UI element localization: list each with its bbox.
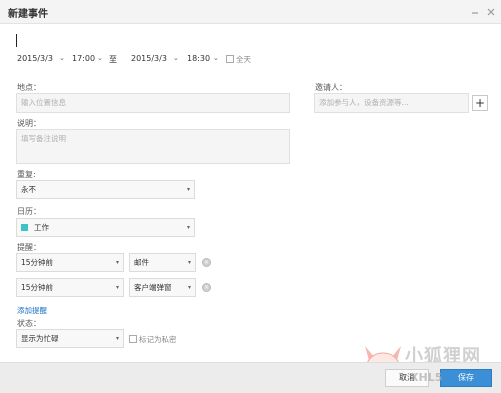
calendar-value: 工作 (34, 223, 49, 232)
location-placeholder: 输入位置信息 (21, 98, 66, 107)
chevron-down-icon[interactable]: ⌄ (213, 54, 219, 62)
repeat-value: 永不 (21, 185, 36, 194)
private-label: 标记为私密 (139, 335, 177, 344)
reminder-1-time: 15分钟前 (21, 258, 54, 267)
start-date-select[interactable]: 2015/3/3 (17, 54, 53, 63)
reminders-label: 提醒： (17, 243, 41, 252)
event-title-input[interactable] (12, 30, 488, 52)
title-bar (0, 0, 501, 24)
reminder-1-method: 邮件 (134, 258, 149, 267)
chevron-down-icon: ▾ (186, 186, 190, 193)
close-icon[interactable] (485, 6, 497, 18)
chevron-down-icon: ▾ (186, 224, 190, 231)
text-caret (16, 34, 17, 47)
all-day-checkbox[interactable] (226, 55, 234, 63)
location-input[interactable]: 输入位置信息 (16, 93, 290, 113)
invitees-input[interactable]: 添加参与人，设备资源等... (314, 93, 469, 113)
chevron-down-icon: ▾ (115, 259, 119, 266)
reminder-1-method-select[interactable]: 邮件 ▾ (129, 253, 196, 272)
save-button[interactable]: 保存 (440, 369, 492, 387)
status-value: 显示为忙碌 (21, 334, 59, 343)
chevron-down-icon: ▾ (187, 284, 191, 291)
remove-reminder-1-icon[interactable]: × (202, 258, 211, 267)
add-reminder-link[interactable]: 添加提醒 (17, 305, 47, 316)
reminder-2-time-select[interactable]: 15分钟前 ▾ (16, 278, 124, 297)
description-textarea[interactable]: 填写备注说明 (16, 129, 290, 164)
location-label: 地点： (17, 83, 41, 92)
chevron-down-icon[interactable]: ⌄ (97, 54, 103, 62)
description-label: 说明： (17, 119, 41, 128)
add-invitee-button[interactable]: + (472, 95, 488, 111)
status-select[interactable]: 显示为忙碌 ▾ (16, 329, 124, 348)
end-time-select[interactable]: 18:30 (187, 54, 210, 63)
repeat-select[interactable]: 永不 ▾ (16, 180, 195, 199)
reminder-2-time: 15分钟前 (21, 283, 54, 292)
chevron-down-icon: ▾ (115, 335, 119, 342)
status-label: 状态： (17, 319, 41, 328)
watermark-subtext: XHL5 (410, 371, 443, 384)
minimize-icon[interactable] (469, 6, 481, 18)
calendar-color-swatch (21, 224, 28, 231)
reminder-1-time-select[interactable]: 15分钟前 ▾ (16, 253, 124, 272)
chevron-down-icon: ▾ (115, 284, 119, 291)
invitees-placeholder: 添加参与人，设备资源等... (319, 98, 409, 107)
dialog-title: 新建事件 (8, 9, 48, 20)
time-separator: 至 (109, 55, 117, 64)
description-placeholder: 填写备注说明 (21, 134, 66, 143)
chevron-down-icon[interactable]: ⌄ (173, 54, 179, 62)
reminder-2-method: 客户端弹窗 (134, 283, 172, 292)
calendar-select[interactable]: 工作 ▾ (16, 218, 195, 237)
calendar-label: 日历： (17, 207, 41, 216)
repeat-label: 重复: (17, 170, 36, 179)
all-day-label: 全天 (236, 55, 251, 64)
private-checkbox[interactable] (129, 335, 137, 343)
end-date-select[interactable]: 2015/3/3 (131, 54, 167, 63)
remove-reminder-2-icon[interactable]: × (202, 283, 211, 292)
chevron-down-icon: ▾ (187, 259, 191, 266)
start-time-select[interactable]: 17:00 (72, 54, 95, 63)
invitees-label: 邀请人： (315, 83, 347, 92)
chevron-down-icon[interactable]: ⌄ (59, 54, 65, 62)
reminder-2-method-select[interactable]: 客户端弹窗 ▾ (129, 278, 196, 297)
